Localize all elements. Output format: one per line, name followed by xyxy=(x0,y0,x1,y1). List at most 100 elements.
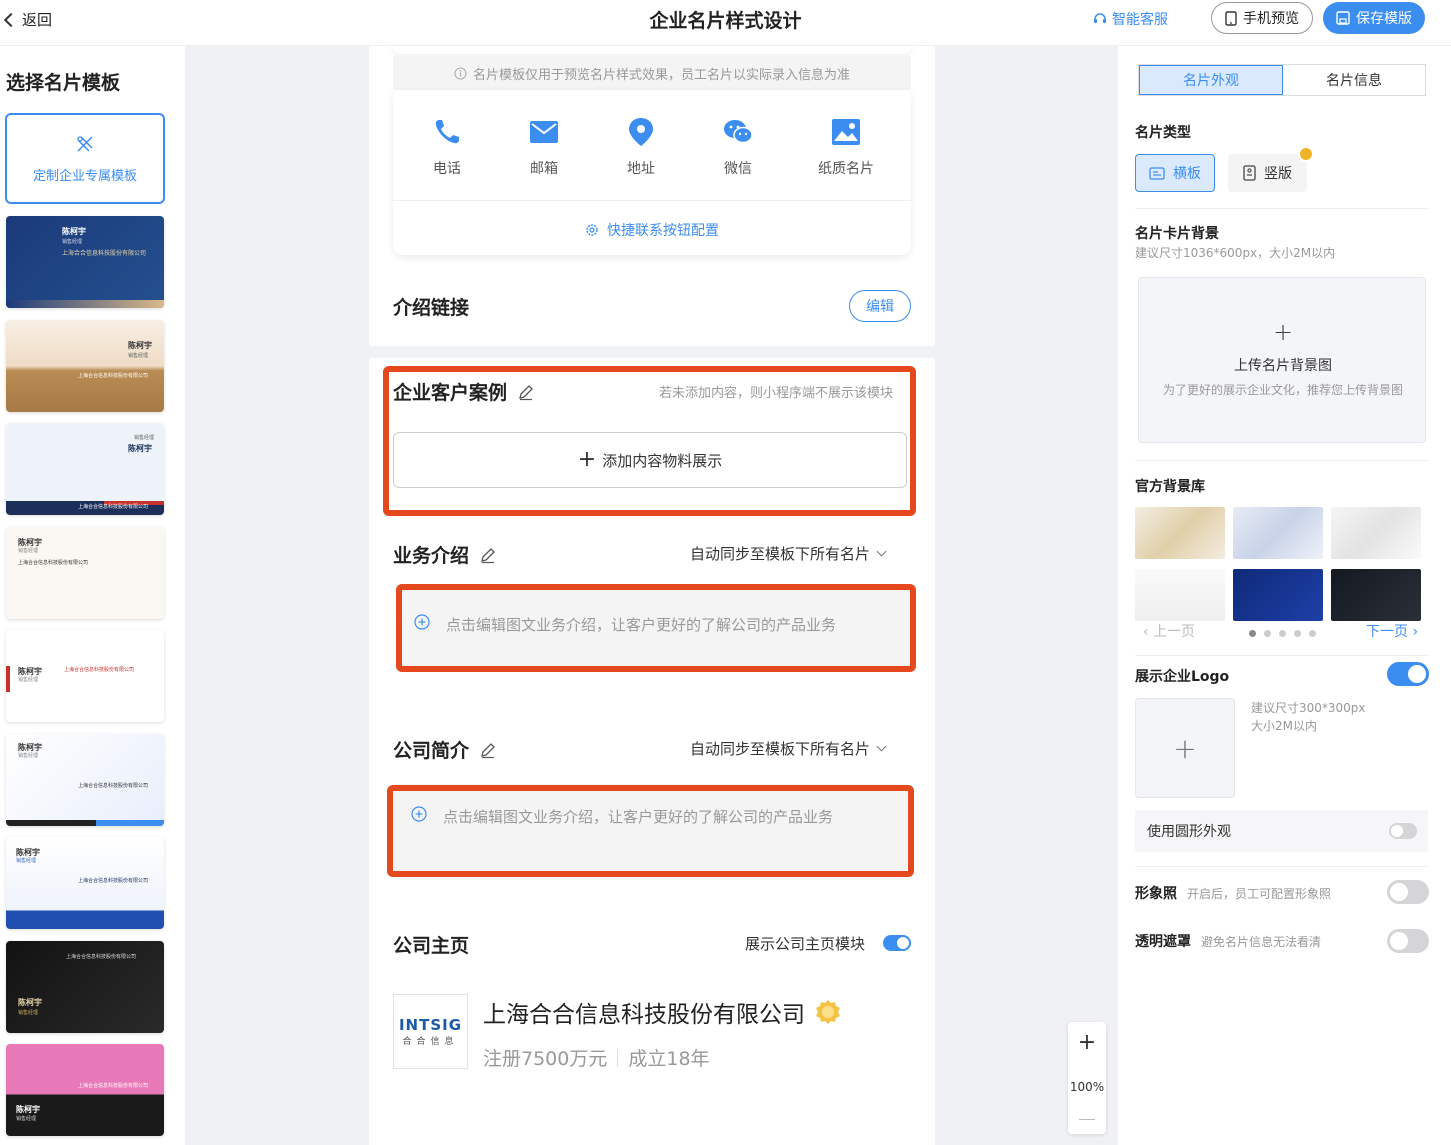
contact-config-button[interactable]: 快捷联系按钮配置 xyxy=(393,220,911,240)
pencil-icon[interactable] xyxy=(479,741,497,759)
template-thumb-9[interactable]: 陈柯宇 销售经理 上海合合信息科技股份有限公司 xyxy=(6,1044,164,1136)
mobile-preview-button[interactable]: 手机预览 xyxy=(1211,2,1313,34)
profile-placeholder: 点击编辑图文业务介绍，让客户更好的了解公司的产品业务 xyxy=(443,808,834,826)
pencil-icon[interactable] xyxy=(517,383,535,401)
logo-upload-button[interactable]: + xyxy=(1135,698,1235,798)
zoom-out-button[interactable] xyxy=(1079,1119,1095,1120)
tab-appearance[interactable]: 名片外观 xyxy=(1139,65,1283,95)
gear-icon xyxy=(586,224,598,236)
cases-header: 企业客户案例 xyxy=(393,378,535,405)
template-company: 上海合合信息科技股份有限公司 xyxy=(66,954,137,960)
contact-label: 微信 xyxy=(724,161,752,177)
template-name: 陈柯宇 xyxy=(16,1105,40,1114)
contact-label: 电话 xyxy=(433,161,461,177)
back-label: 返回 xyxy=(22,11,53,29)
template-name: 陈柯宇 xyxy=(62,227,86,236)
template-thumb-2[interactable]: 陈柯宇 销售经理 上海合合信息科技股份有限公司 xyxy=(6,320,164,412)
upload-background-button[interactable]: + 上传名片背景图 为了更好的展示企业文化，推荐您上传背景图 xyxy=(1138,277,1426,443)
mask-toggle[interactable] xyxy=(1387,929,1429,953)
contact-mail[interactable]: 邮箱 xyxy=(504,116,584,178)
logo-label: 展示企业Logo xyxy=(1135,669,1230,685)
zoom-in-button[interactable]: + xyxy=(1078,1032,1096,1054)
template-role: 销售经理 xyxy=(18,1010,39,1016)
prev-page-label: 上一页 xyxy=(1153,624,1196,640)
business-editor[interactable]: 点击编辑图文业务介绍，让客户更好的了解公司的产品业务 xyxy=(396,588,914,670)
contact-label: 地址 xyxy=(627,161,655,177)
next-page-label: 下一页 xyxy=(1366,624,1408,640)
template-thumb-3[interactable]: 陈柯宇 销售经理 上海合合信息科技股份有限公司 xyxy=(6,423,164,515)
add-content-button[interactable]: + 添加内容物料展示 xyxy=(393,432,907,488)
bg-thumb-6[interactable] xyxy=(1331,569,1421,621)
page-dot[interactable] xyxy=(1279,630,1286,637)
type-horizontal-button[interactable]: 横板 xyxy=(1135,154,1215,192)
tab-info[interactable]: 名片信息 xyxy=(1283,65,1425,95)
divider xyxy=(1135,655,1428,656)
page-dot[interactable] xyxy=(1294,630,1301,637)
logo-toggle[interactable] xyxy=(1387,662,1429,686)
bg-thumb-5[interactable] xyxy=(1233,569,1323,621)
verified-badge-icon xyxy=(816,1000,840,1024)
round-shape-row: 使用圆形外观 xyxy=(1135,810,1428,852)
horizontal-card-icon xyxy=(1149,166,1165,180)
homepage-toggle-label: 展示公司主页模块 xyxy=(745,935,866,953)
preview-label: 手机预览 xyxy=(1243,11,1299,27)
save-template-button[interactable]: 保存模版 xyxy=(1323,2,1425,34)
page-dot[interactable] xyxy=(1249,630,1256,637)
template-company: 上海合合信息科技股份有限公司 xyxy=(62,250,147,257)
mail-icon xyxy=(530,121,558,143)
page-dot[interactable] xyxy=(1264,630,1271,637)
headset-icon xyxy=(1094,13,1106,23)
logo-hint-file: 大小2M以内 xyxy=(1251,719,1317,733)
business-sync-dropdown[interactable]: 自动同步至模板下所有名片 xyxy=(690,543,887,564)
contact-address[interactable]: 地址 xyxy=(601,116,681,178)
contact-label: 纸质名片 xyxy=(818,161,874,177)
plus-icon: + xyxy=(1272,318,1294,346)
cases-title: 企业客户案例 xyxy=(393,382,508,404)
template-name: 陈柯宇 xyxy=(128,444,152,453)
homepage-toggle[interactable] xyxy=(883,935,911,951)
zoom-level: 100% xyxy=(1069,1079,1105,1094)
template-thumb-4[interactable]: 陈柯宇 销售经理 上海合合信息科技股份有限公司 xyxy=(6,527,164,619)
profile-editor[interactable]: 点击编辑图文业务介绍，让客户更好的了解公司的产品业务 xyxy=(393,784,907,872)
smart-service-link[interactable]: 智能客服 xyxy=(1092,9,1168,29)
bg-thumb-3[interactable] xyxy=(1331,507,1421,559)
template-thumb-8[interactable]: 陈柯宇 销售经理 上海合合信息科技股份有限公司 xyxy=(6,941,164,1033)
contact-wechat[interactable]: 微信 xyxy=(698,116,778,178)
company-capital: 注册7500万元 xyxy=(483,1048,608,1070)
prev-page-button[interactable]: ‹ 上一页 xyxy=(1143,621,1195,641)
company-name: 上海合合信息科技股份有限公司 xyxy=(483,1002,805,1028)
bg-thumb-1[interactable] xyxy=(1135,507,1225,559)
bg-thumb-4[interactable] xyxy=(1135,569,1225,621)
template-company: 上海合合信息科技股份有限公司 xyxy=(78,504,149,510)
bg-thumb-2[interactable] xyxy=(1233,507,1323,559)
contact-phone[interactable]: 电话 xyxy=(407,116,487,178)
template-thumb-6[interactable]: 陈柯宇 销售经理 上海合合信息科技股份有限公司 xyxy=(6,734,164,826)
page-dot[interactable] xyxy=(1309,630,1316,637)
pencil-icon[interactable] xyxy=(479,546,497,564)
sync-label: 自动同步至模板下所有名片 xyxy=(690,740,871,758)
template-thumb-1[interactable]: 陈柯宇 上海合合信息科技股份有限公司 销售经理 xyxy=(6,216,164,308)
phone-device-icon xyxy=(1225,10,1237,26)
vertical-card-icon xyxy=(1243,165,1256,181)
round-toggle[interactable] xyxy=(1389,823,1417,839)
template-thumb-5[interactable]: 陈柯宇 销售经理 上海合合信息科技股份有限公司 xyxy=(6,630,164,722)
section-gap xyxy=(369,346,935,358)
portrait-toggle[interactable] xyxy=(1387,880,1429,904)
chevron-down-icon xyxy=(876,741,887,752)
template-sidebar: 选择名片模板 定制企业专属模板 陈柯宇 上海合合信息科技股份有限公司 销售经理 … xyxy=(0,46,185,1145)
intro-link-edit-button[interactable]: 编辑 xyxy=(849,290,911,322)
contact-paper-card[interactable]: 纸质名片 xyxy=(806,116,886,178)
zoom-control: + 100% xyxy=(1068,1022,1106,1134)
portrait-hint: 开启后，员工可配置形象照 xyxy=(1187,886,1332,901)
back-button[interactable]: 返回 xyxy=(3,9,53,30)
template-company: 上海合合信息科技股份有限公司 xyxy=(64,667,135,673)
type-vertical-button[interactable]: 竖版 xyxy=(1228,154,1307,192)
sync-label: 自动同步至模板下所有名片 xyxy=(690,545,871,563)
template-thumb-7[interactable]: 陈柯宇 销售经理 上海合合信息科技股份有限公司 xyxy=(6,837,164,929)
template-company: 上海合合信息科技股份有限公司 xyxy=(78,878,149,884)
profile-sync-dropdown[interactable]: 自动同步至模板下所有名片 xyxy=(690,738,887,759)
custom-template-button[interactable]: 定制企业专属模板 xyxy=(5,113,165,204)
template-name: 陈柯宇 xyxy=(128,341,152,350)
card-type-label: 名片类型 xyxy=(1135,125,1191,141)
next-page-button[interactable]: 下一页 › xyxy=(1366,621,1418,641)
